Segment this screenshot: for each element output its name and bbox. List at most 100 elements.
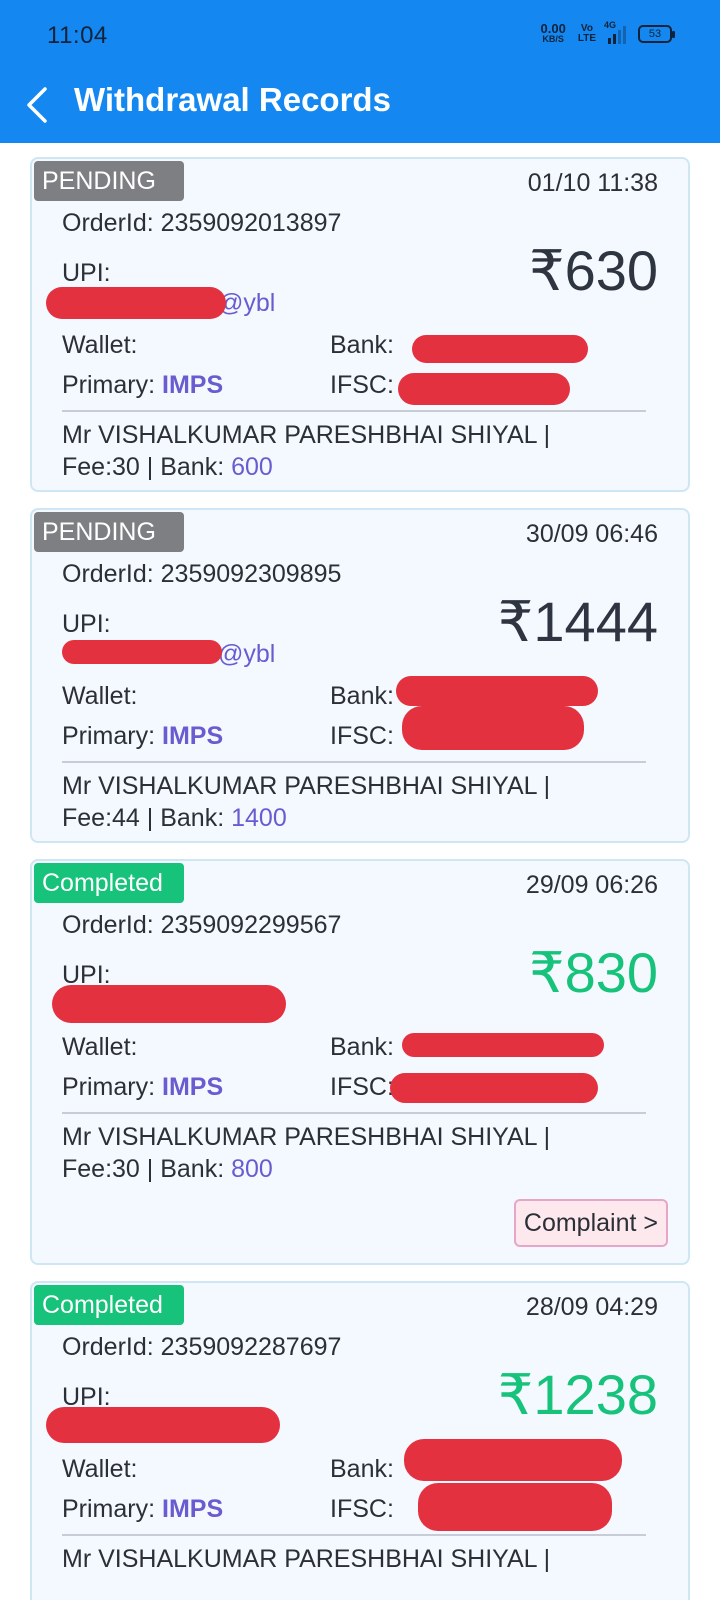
record-datetime: 28/09 04:29 (525, 1293, 658, 1321)
ifsc-label: IFSC: (330, 371, 394, 399)
primary-value: IMPS (162, 1495, 224, 1523)
upi-label: UPI: (62, 610, 111, 638)
bank-amount-label: | Bank: (139, 453, 232, 481)
bank-label: Bank: (330, 682, 394, 710)
bank-label: Bank: (330, 1033, 394, 1061)
ifsc-label: IFSC: (330, 1495, 394, 1523)
status-badge: Completed (34, 863, 184, 903)
divider (62, 1534, 646, 1536)
volte-icon: Vo LTE (578, 24, 596, 44)
order-id-value: 2359092013897 (160, 209, 342, 237)
fee-value: 30 (112, 1155, 140, 1183)
divider (62, 410, 646, 412)
bank-amount-value: 1400 (231, 804, 287, 832)
fee-label: Fee: (62, 1155, 113, 1183)
status-badge: PENDING (34, 512, 184, 552)
fee-summary: Fee:30 | Bank: 800 (62, 1155, 273, 1184)
order-id-value: 2359092287697 (160, 1333, 342, 1361)
upi-value: @ybl (218, 289, 275, 318)
primary-field: Primary: IMPS (62, 722, 223, 751)
wallet-label: Wallet: (62, 1033, 138, 1061)
redaction-mark (46, 1407, 280, 1443)
order-id: OrderId: 2359092299567 (62, 911, 341, 940)
withdrawal-record-card[interactable]: PENDING 30/09 06:46 OrderId: 23590923098… (30, 508, 690, 843)
withdrawal-record-card[interactable]: PENDING 01/10 11:38 OrderId: 23590920138… (30, 157, 690, 492)
order-id-label: OrderId: (62, 209, 161, 237)
upi-visible-suffix: @ybl (218, 640, 276, 668)
order-id-label: OrderId: (62, 560, 161, 588)
divider (62, 1112, 646, 1114)
account-holder-name: Mr VISHALKUMAR PARESHBHAI SHIYAL | (62, 421, 551, 449)
network-speed-value: 0.00 (540, 21, 566, 36)
signal-icon: 4G (604, 20, 626, 44)
withdrawal-amount: ₹1444 (497, 590, 658, 653)
bank-amount-label: | Bank: (139, 804, 232, 832)
record-datetime: 30/09 06:46 (525, 520, 658, 548)
fee-label: Fee: (62, 453, 113, 481)
wallet-label: Wallet: (62, 682, 138, 710)
volte-bottom: LTE (577, 33, 596, 44)
account-holder-name: Mr VISHALKUMAR PARESHBHAI SHIYAL | (62, 772, 551, 800)
fee-label: Fee: (62, 804, 113, 832)
withdrawal-amount: ₹630 (528, 239, 658, 302)
primary-label: Primary: (62, 371, 162, 399)
ifsc-label: IFSC: (330, 1073, 394, 1101)
order-id-label: OrderId: (62, 1333, 161, 1361)
status-time: 11:04 (47, 22, 108, 49)
account-holder-name: Mr VISHALKUMAR PARESHBHAI SHIYAL | (62, 1545, 551, 1573)
redaction-mark (402, 706, 584, 750)
primary-value: IMPS (162, 722, 224, 750)
bank-amount-label: | Bank: (139, 1155, 232, 1183)
back-button[interactable] (16, 76, 58, 134)
primary-value: IMPS (162, 1073, 224, 1101)
status-badge: Completed (34, 1285, 184, 1325)
battery-level: 53 (648, 28, 662, 40)
primary-field: Primary: IMPS (62, 371, 223, 400)
redaction-mark (46, 287, 226, 319)
chevron-left-icon (27, 87, 47, 123)
header: Withdrawal Records (0, 70, 720, 143)
bank-label: Bank: (330, 1455, 394, 1483)
battery-icon: 53 (638, 25, 675, 43)
upi-label: UPI: (62, 259, 111, 287)
withdrawal-record-card[interactable]: Completed 29/09 06:26 OrderId: 235909229… (30, 859, 690, 1265)
order-id-value: 2359092309895 (160, 560, 342, 588)
primary-label: Primary: (62, 1495, 162, 1523)
withdrawal-amount: ₹830 (528, 941, 658, 1004)
primary-value: IMPS (162, 371, 224, 399)
fee-summary: Fee:44 | Bank: 1400 (62, 804, 287, 833)
withdrawal-record-card[interactable]: Completed 28/09 04:29 OrderId: 235909228… (30, 1281, 690, 1600)
primary-field: Primary: IMPS (62, 1073, 223, 1102)
fee-value: 30 (112, 453, 140, 481)
order-id: OrderId: 2359092013897 (62, 209, 341, 238)
page-title: Withdrawal Records (74, 81, 391, 118)
bank-amount-value: 600 (231, 453, 273, 481)
redaction-mark (412, 335, 588, 363)
status-badge: PENDING (34, 161, 184, 201)
primary-label: Primary: (62, 722, 162, 750)
redaction-mark (396, 676, 598, 706)
account-holder-name: Mr VISHALKUMAR PARESHBHAI SHIYAL | (62, 1123, 551, 1151)
redaction-mark (402, 1033, 604, 1057)
complaint-button[interactable]: Complaint > (513, 1199, 668, 1247)
network-type: 4G (604, 20, 617, 30)
order-id: OrderId: 2359092309895 (62, 560, 341, 589)
upi-visible-suffix: @ybl (218, 289, 276, 317)
redaction-mark (398, 373, 570, 405)
bank-label: Bank: (330, 331, 394, 359)
withdrawal-amount: ₹1238 (497, 1363, 658, 1426)
upi-value: @ybl (218, 640, 275, 669)
wallet-label: Wallet: (62, 331, 138, 359)
order-id-label: OrderId: (62, 911, 161, 939)
wallet-label: Wallet: (62, 1455, 138, 1483)
fee-summary: Fee:30 | Bank: 600 (62, 453, 273, 482)
app-bar: 11:04 0.00 KB/S Vo LTE 4G 53 Withdrawal … (0, 0, 720, 143)
order-id-value: 2359092299567 (160, 911, 342, 939)
primary-field: Primary: IMPS (62, 1495, 223, 1524)
fee-value: 44 (112, 804, 140, 832)
redaction-mark (404, 1439, 622, 1481)
primary-label: Primary: (62, 1073, 162, 1101)
record-datetime: 01/10 11:38 (527, 169, 658, 197)
bank-amount-value: 800 (231, 1155, 273, 1183)
redaction-mark (62, 640, 222, 664)
